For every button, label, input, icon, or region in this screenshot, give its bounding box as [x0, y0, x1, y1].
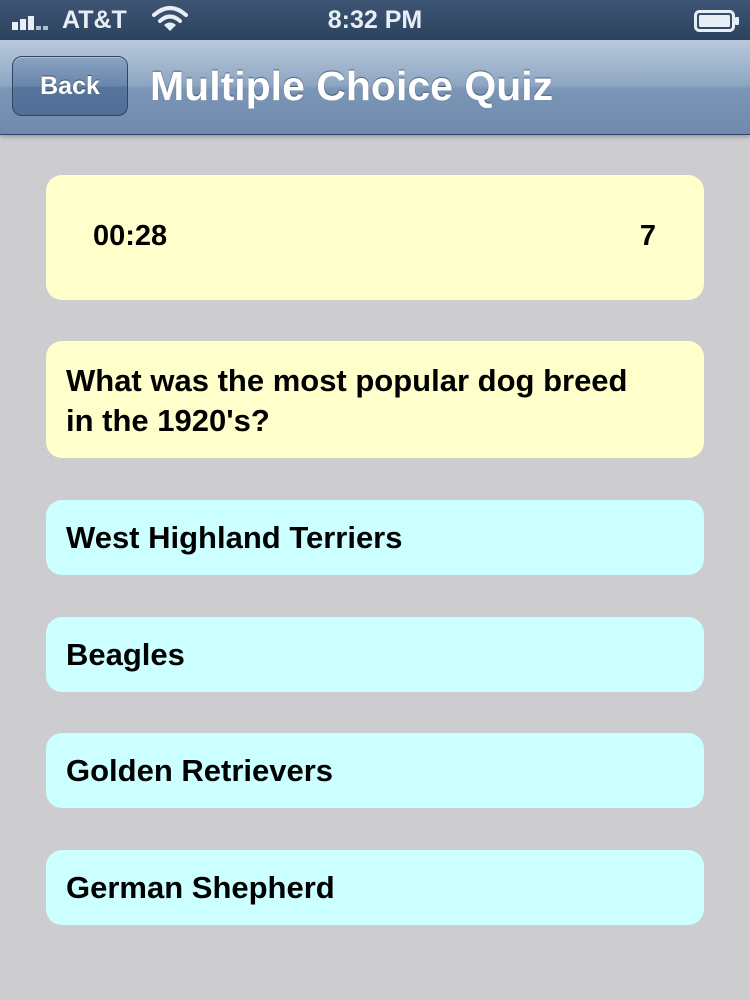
answer-option-3[interactable]: Golden Retrievers — [46, 733, 704, 808]
question-text: What was the most popular dog breed in t… — [46, 341, 704, 458]
answer-option-4[interactable]: German Shepherd — [46, 850, 704, 925]
answer-option-2[interactable]: Beagles — [46, 617, 704, 692]
status-time: 8:32 PM — [327, 6, 423, 34]
quiz-timer: 00:28 — [93, 220, 168, 252]
back-button[interactable]: Back — [12, 56, 128, 116]
quiz-score: 7 — [639, 220, 656, 252]
status-bar: AT&T 8:32 PM — [0, 0, 750, 40]
navigation-bar: Back Multiple Choice Quiz — [0, 40, 750, 135]
quiz-info-panel: 00:28 7 — [46, 175, 704, 300]
page-title: Multiple Choice Quiz — [150, 63, 554, 109]
battery-icon — [694, 10, 739, 32]
answer-option-1[interactable]: West Highland Terriers — [46, 500, 704, 575]
